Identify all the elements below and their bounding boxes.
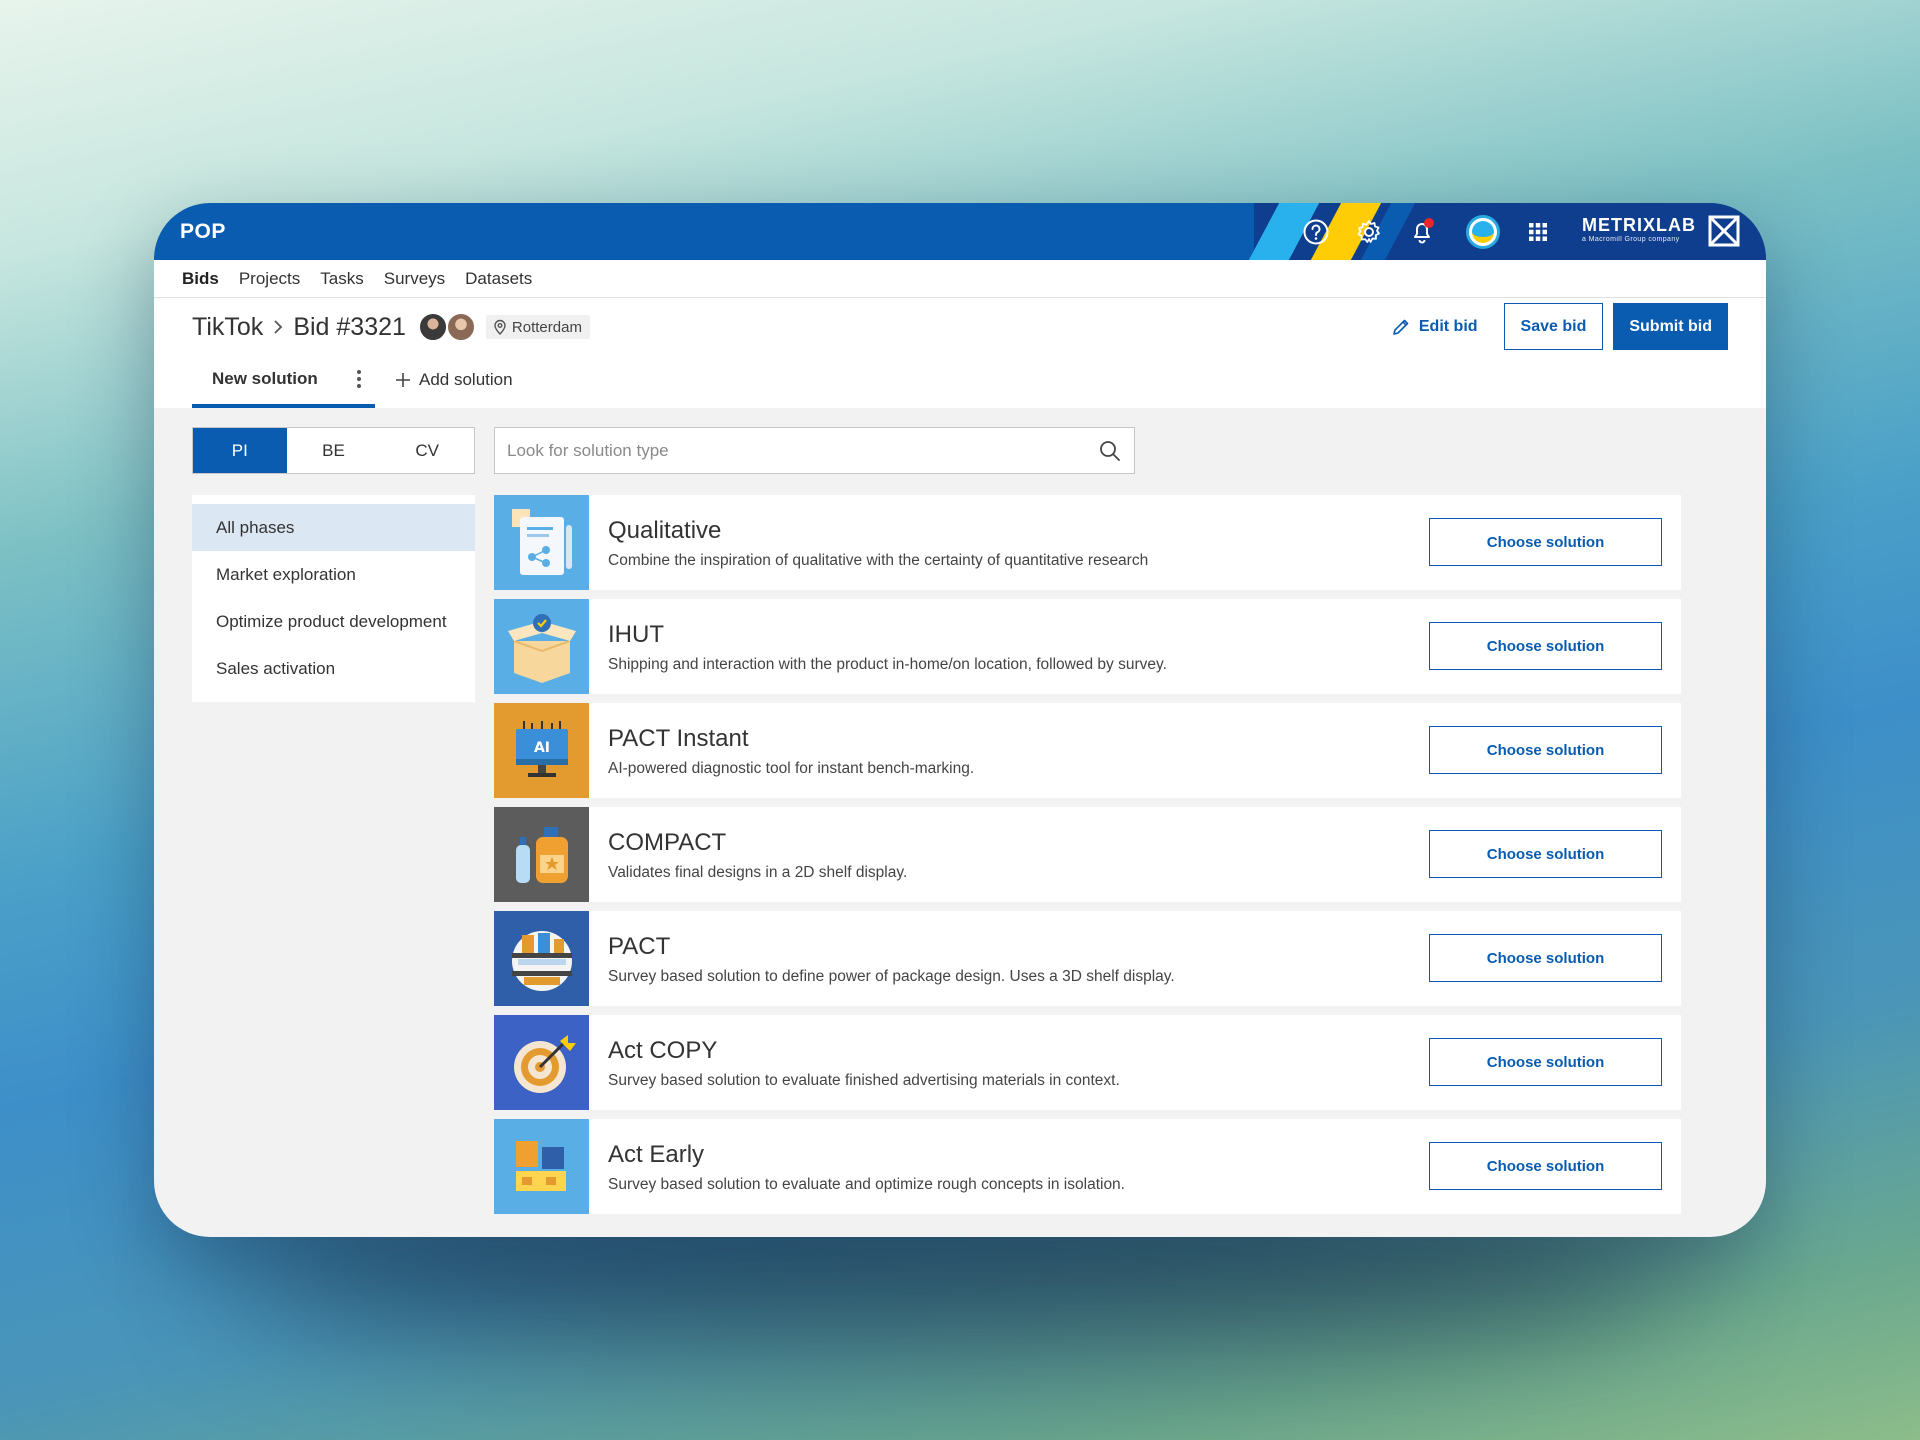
pencil-icon [1393, 319, 1409, 335]
choose-solution-button[interactable]: Choose solution [1429, 934, 1662, 982]
segment-cv[interactable]: CV [380, 428, 474, 473]
solution-card: COMPACT Validates final designs in a 2D … [494, 807, 1681, 902]
solution-description: Survey based solution to define power of… [608, 967, 1175, 985]
segment-be[interactable]: BE [287, 428, 381, 473]
choose-solution-button[interactable]: Choose solution [1429, 622, 1662, 670]
solution-card: Act COPY Survey based solution to evalua… [494, 1015, 1681, 1110]
app-window: POP METRIXLAB a Macromill Group company [154, 203, 1766, 1237]
avatar[interactable] [445, 312, 476, 342]
chevron-right-icon [274, 320, 283, 334]
nav-item-datasets[interactable]: Datasets [465, 269, 532, 289]
bottles-icon [494, 807, 589, 902]
solution-description: Combine the inspiration of qualitative w… [608, 551, 1149, 569]
breadcrumb-client[interactable]: TikTok [192, 313, 263, 342]
solution-card: IHUT Shipping and interaction with the p… [494, 599, 1681, 694]
solution-description: Shipping and interaction with the produc… [608, 655, 1167, 673]
add-solution-button[interactable]: Add solution [395, 356, 513, 408]
save-bid-button[interactable]: Save bid [1503, 303, 1604, 350]
phase-item-market-exploration[interactable]: Market exploration [192, 551, 475, 598]
location-badge: Rotterdam [485, 315, 590, 339]
nav-item-surveys[interactable]: Surveys [384, 269, 445, 289]
category-toggle: PI BE CV [192, 427, 475, 474]
phase-item-optimize-product[interactable]: Optimize product development [192, 598, 475, 645]
user-avatar[interactable] [1466, 215, 1500, 249]
brand-mark-icon [1708, 215, 1740, 247]
gear-icon[interactable] [1351, 214, 1387, 250]
location-label: Rotterdam [511, 318, 582, 336]
bell-icon[interactable] [1404, 214, 1440, 250]
solution-title: Act Early [608, 1140, 705, 1168]
solution-title: Qualitative [608, 516, 722, 544]
breadcrumb-bid: Bid #3321 [293, 312, 406, 341]
page-header: TikTok Bid #3321 Rotterdam Edit bid Save… [154, 298, 1766, 408]
solution-card: Qualitative Combine the inspiration of q… [494, 495, 1681, 590]
nav-item-bids[interactable]: Bids [182, 269, 219, 289]
nav-item-projects[interactable]: Projects [239, 269, 300, 289]
ai-monitor-icon: AI [494, 703, 589, 798]
top-bar: POP METRIXLAB a Macromill Group company [154, 203, 1766, 260]
tab-new-solution[interactable]: New solution [192, 356, 375, 408]
document-network-icon [494, 495, 589, 590]
target-icon [494, 1015, 589, 1110]
solution-card: Act Early Survey based solution to evalu… [494, 1119, 1681, 1214]
avatar[interactable] [417, 312, 448, 342]
solution-title: COMPACT [608, 828, 727, 856]
location-pin-icon [494, 319, 506, 335]
apps-grid-icon[interactable] [1520, 214, 1556, 250]
solution-title: PACT [608, 932, 671, 960]
solution-description: Validates final designs in a 2D shelf di… [608, 863, 908, 881]
bid-actions: Edit bid Save bid Submit bid [1391, 303, 1728, 350]
solution-title: Act COPY [608, 1036, 718, 1064]
plus-icon [396, 373, 410, 387]
segment-pi[interactable]: PI [193, 428, 287, 473]
notification-dot [1424, 218, 1434, 228]
solution-list: Qualitative Combine the inspiration of q… [494, 495, 1681, 1223]
open-box-icon [494, 599, 589, 694]
brand-logo: METRIXLAB a Macromill Group company [1582, 215, 1696, 243]
search-icon[interactable] [1098, 439, 1122, 463]
solution-title: PACT Instant [608, 724, 749, 752]
submit-bid-button[interactable]: Submit bid [1613, 303, 1728, 350]
solution-card: AI PACT Instant AI-powered diagnostic to… [494, 703, 1681, 798]
solution-card: PACT Survey based solution to define pow… [494, 911, 1681, 1006]
solution-description: AI-powered diagnostic tool for instant b… [608, 759, 975, 777]
more-vertical-icon[interactable] [357, 370, 361, 388]
phase-filter-list: All phases Market exploration Optimize p… [192, 495, 475, 702]
edit-bid-button[interactable]: Edit bid [1391, 317, 1478, 337]
solution-description: Survey based solution to evaluate and op… [608, 1175, 1125, 1193]
shelf-icon [494, 911, 589, 1006]
choose-solution-button[interactable]: Choose solution [1429, 518, 1662, 566]
team-avatars[interactable] [417, 312, 476, 342]
choose-solution-button[interactable]: Choose solution [1429, 1038, 1662, 1086]
search-box [494, 427, 1135, 474]
choose-solution-button[interactable]: Choose solution [1429, 1142, 1662, 1190]
app-title[interactable]: POP [180, 203, 226, 260]
choose-solution-button[interactable]: Choose solution [1429, 830, 1662, 878]
choose-solution-button[interactable]: Choose solution [1429, 726, 1662, 774]
main-nav: Bids Projects Tasks Surveys Datasets [154, 260, 1766, 298]
blocks-icon [494, 1119, 589, 1214]
nav-item-tasks[interactable]: Tasks [320, 269, 363, 289]
phase-item-all[interactable]: All phases [192, 504, 475, 551]
breadcrumb: TikTok Bid #3321 Rotterdam [192, 312, 590, 342]
phase-item-sales-activation[interactable]: Sales activation [192, 645, 475, 692]
solution-title: IHUT [608, 620, 664, 648]
search-input[interactable] [507, 440, 1098, 461]
solution-tabs: New solution Add solution [192, 356, 513, 408]
svg-text:AI: AI [534, 740, 550, 756]
help-icon[interactable] [1298, 214, 1334, 250]
solution-description: Survey based solution to evaluate finish… [608, 1071, 1120, 1089]
